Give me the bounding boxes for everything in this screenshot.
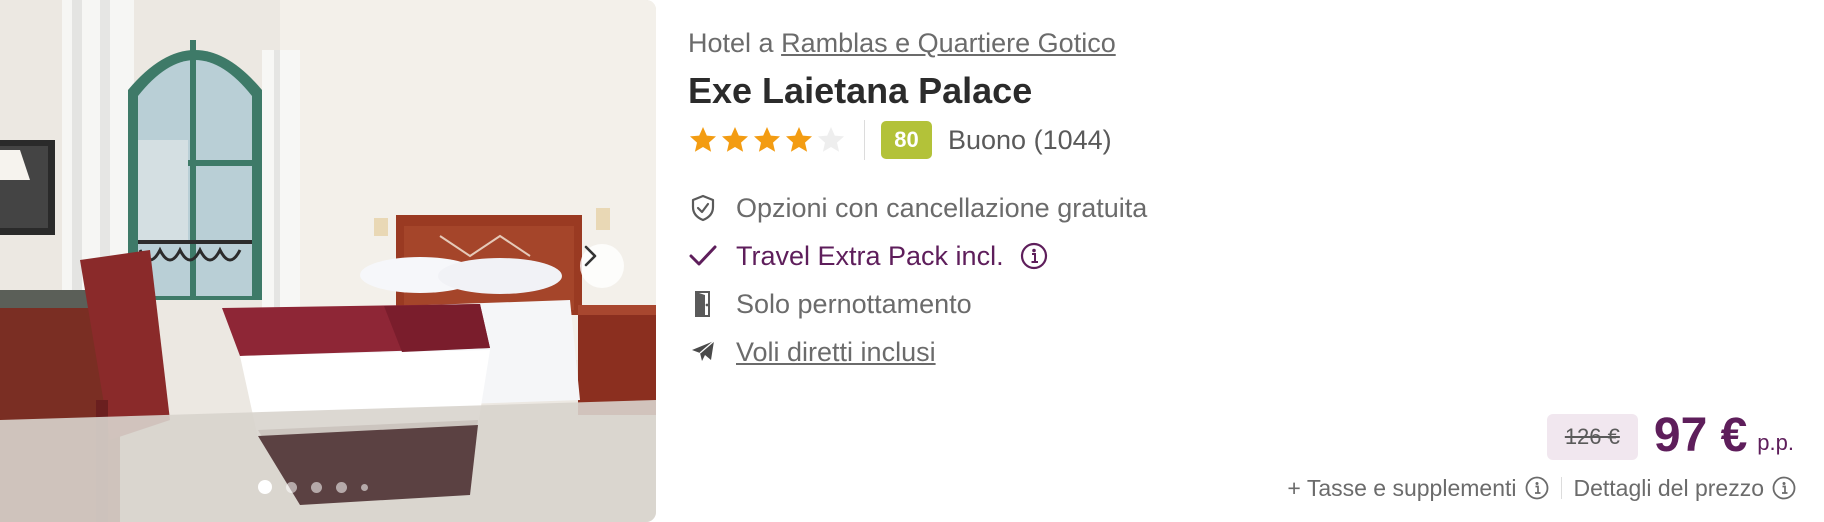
- price-extras-row: + Tasse e supplementi Dettagli del prezz…: [1287, 474, 1796, 502]
- divider: [1560, 477, 1562, 499]
- divider: [864, 120, 865, 160]
- star-filled-icon: [690, 127, 716, 152]
- star-empty-icon: [818, 127, 844, 152]
- hotel-room-photo: [0, 0, 656, 522]
- gallery-dot[interactable]: [336, 481, 347, 493]
- rating-row: 80 Buono (1044): [688, 120, 1112, 160]
- location-prefix: Hotel a: [688, 28, 774, 58]
- gallery-dot[interactable]: [361, 483, 368, 491]
- door-icon: [688, 289, 718, 319]
- gallery-dot[interactable]: [258, 480, 272, 494]
- price-unit: p.p.: [1757, 430, 1794, 455]
- feature-board-type: Solo pernottamento: [688, 286, 972, 322]
- gallery-dot[interactable]: [286, 481, 297, 493]
- gallery-pagination: [258, 480, 368, 494]
- star-filled-icon: [754, 127, 780, 152]
- plane-icon: [688, 337, 718, 367]
- feature-label[interactable]: Voli diretti inclusi: [736, 337, 936, 368]
- price-row: 126 € 97 € p.p.: [1546, 408, 1794, 464]
- hotel-location: Hotel a Ramblas e Quartiere Gotico: [688, 28, 1116, 59]
- feature-label: Opzioni con cancellazione gratuita: [736, 192, 1148, 223]
- location-link[interactable]: Ramblas e Quartiere Gotico: [781, 28, 1116, 58]
- hotel-info: Hotel a Ramblas e Quartiere Gotico Exe L…: [688, 0, 1824, 522]
- feature-label: Solo pernottamento: [736, 288, 972, 319]
- info-icon[interactable]: [1020, 242, 1048, 270]
- star-rating: [688, 125, 846, 155]
- hotel-name[interactable]: Exe Laietana Palace: [688, 70, 1032, 112]
- check-icon: [688, 241, 718, 271]
- shield-check-icon: [688, 193, 718, 223]
- hotel-card[interactable]: Hotel a Ramblas e Quartiere Gotico Exe L…: [0, 0, 1824, 522]
- review-score-label[interactable]: Buono (1044): [948, 125, 1112, 156]
- feature-free-cancellation: Opzioni con cancellazione gratuita: [688, 190, 1147, 226]
- price-details-link[interactable]: Dettagli del prezzo: [1574, 475, 1765, 502]
- info-icon[interactable]: [1525, 476, 1549, 500]
- feature-label: Travel Extra Pack incl.: [736, 240, 1004, 271]
- info-icon[interactable]: [1772, 476, 1796, 500]
- star-filled-icon: [786, 127, 812, 152]
- hotel-photo-gallery[interactable]: [0, 0, 656, 522]
- feature-travel-extra-pack: Travel Extra Pack incl.: [688, 238, 1048, 274]
- star-filled-icon: [722, 127, 748, 152]
- chevron-right-icon: [584, 245, 597, 267]
- gallery-dot[interactable]: [311, 481, 322, 493]
- review-score-badge: 80: [881, 121, 932, 159]
- gallery-next-button[interactable]: [580, 244, 624, 288]
- taxes-label: + Tasse e supplementi: [1287, 474, 1517, 501]
- feature-direct-flights[interactable]: Voli diretti inclusi: [688, 334, 936, 370]
- current-price: 97 €: [1653, 409, 1748, 462]
- old-price: 126 €: [1546, 414, 1638, 460]
